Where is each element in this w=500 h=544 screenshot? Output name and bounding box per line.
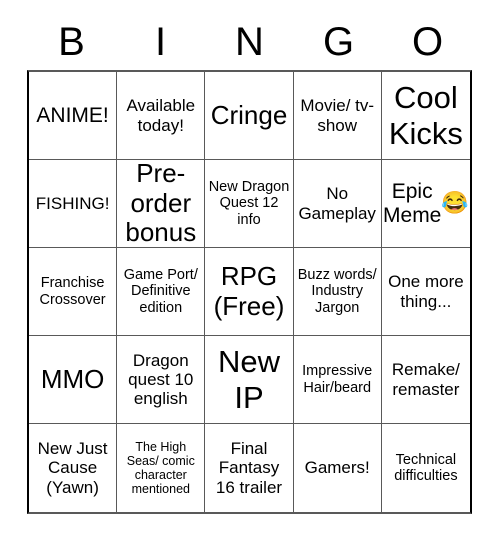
bingo-cell[interactable]: Pre-order bonus bbox=[117, 160, 206, 248]
bingo-cell-label: New Just Cause (Yawn) bbox=[37, 439, 108, 497]
bingo-cell[interactable]: Dragon quest 10 english bbox=[117, 336, 206, 424]
bingo-cell[interactable]: Epic Meme 😂 bbox=[381, 160, 470, 248]
bingo-cell-label: No Gameplay bbox=[298, 184, 376, 223]
bingo-cell[interactable]: ANIME! bbox=[29, 72, 118, 160]
bingo-cell[interactable]: Technical difficulties bbox=[381, 424, 470, 512]
bingo-cell-label: Remake/ remaster bbox=[391, 360, 460, 399]
bingo-cell-label: Impressive Hair/beard bbox=[302, 363, 373, 396]
bingo-cell-label: Epic Meme bbox=[383, 179, 442, 227]
bingo-cell-label: Final Fantasy 16 trailer bbox=[215, 439, 283, 497]
bingo-cell-label: RPG (Free) bbox=[213, 261, 285, 321]
bingo-cell[interactable]: The High Seas/ comic character mentioned bbox=[117, 424, 206, 512]
bingo-cell[interactable]: Available today! bbox=[117, 72, 206, 160]
bingo-header-letter-o: O bbox=[411, 20, 444, 64]
bingo-cell-label: Dragon quest 10 english bbox=[128, 350, 194, 409]
bingo-cell[interactable]: One more thing... bbox=[381, 248, 470, 336]
bingo-header-row: B I N G O bbox=[27, 14, 472, 70]
bingo-cell[interactable]: Gamers! bbox=[293, 424, 382, 512]
bingo-cell-label: Franchise Crossover bbox=[39, 275, 106, 308]
bingo-cell[interactable]: MMO bbox=[29, 336, 118, 424]
bingo-header-letter-g: G bbox=[322, 20, 355, 64]
bingo-grid: ANIME! Available today! Cringe Movie/ tv-sh… bbox=[27, 70, 472, 514]
bingo-cell-label: Cool Kicks bbox=[388, 80, 463, 151]
bingo-cell[interactable]: Cool Kicks bbox=[381, 72, 470, 160]
bingo-cell-label: Gamers! bbox=[304, 458, 370, 478]
bingo-cell-label: Buzz words/ Industry Jargon bbox=[297, 266, 377, 316]
bingo-cell[interactable]: Remake/ remaster bbox=[381, 336, 470, 424]
bingo-cell-label: Technical difficulties bbox=[394, 451, 458, 484]
bingo-cell-label: The High Seas/ comic character mentioned bbox=[126, 439, 195, 497]
bingo-cell-label: Available today! bbox=[126, 96, 196, 135]
bingo-cell[interactable]: Impressive Hair/beard bbox=[293, 336, 382, 424]
bingo-cell[interactable]: No Gameplay bbox=[293, 160, 382, 248]
bingo-cell[interactable]: Movie/ tv-show bbox=[293, 72, 382, 160]
bingo-cell-label: New IP bbox=[217, 344, 280, 415]
bingo-cell[interactable]: New Dragon Quest 12 info bbox=[205, 160, 294, 248]
bingo-header-letter-i: I bbox=[154, 20, 167, 64]
bingo-cell[interactable]: Cringe bbox=[205, 72, 294, 160]
bingo-cell[interactable]: Game Port/ Definitive edition bbox=[117, 248, 206, 336]
bingo-cell[interactable]: RPG (Free) bbox=[205, 248, 294, 336]
bingo-cell-label: Cringe bbox=[210, 99, 288, 130]
bingo-cell-label: MMO bbox=[40, 363, 105, 394]
bingo-cell[interactable]: Buzz words/ Industry Jargon bbox=[293, 248, 382, 336]
face-with-tears-of-joy-emoji: 😂 bbox=[441, 190, 469, 216]
bingo-header-letter-n: N bbox=[235, 20, 264, 64]
bingo-cell-label: FISHING! bbox=[35, 193, 110, 213]
bingo-cell-label: Movie/ tv-show bbox=[300, 96, 375, 135]
bingo-header-letter-b: B bbox=[58, 20, 85, 64]
bingo-cell-label: One more thing... bbox=[388, 272, 464, 311]
bingo-cell[interactable]: New Just Cause (Yawn) bbox=[29, 424, 118, 512]
bingo-cell-label: New Dragon Quest 12 info bbox=[208, 178, 290, 228]
bingo-cell[interactable]: Final Fantasy 16 trailer bbox=[205, 424, 294, 512]
bingo-cell[interactable]: Franchise Crossover bbox=[29, 248, 118, 336]
bingo-cell[interactable]: New IP bbox=[205, 336, 294, 424]
bingo-card: B I N G O ANIME! Available today! Cringe Mo… bbox=[0, 0, 500, 544]
bingo-cell-label: ANIME! bbox=[36, 103, 109, 127]
bingo-cell-label: Pre-order bonus bbox=[125, 160, 197, 248]
bingo-cell-label: Game Port/ Definitive edition bbox=[123, 266, 198, 316]
bingo-cell[interactable]: FISHING! bbox=[29, 160, 118, 248]
